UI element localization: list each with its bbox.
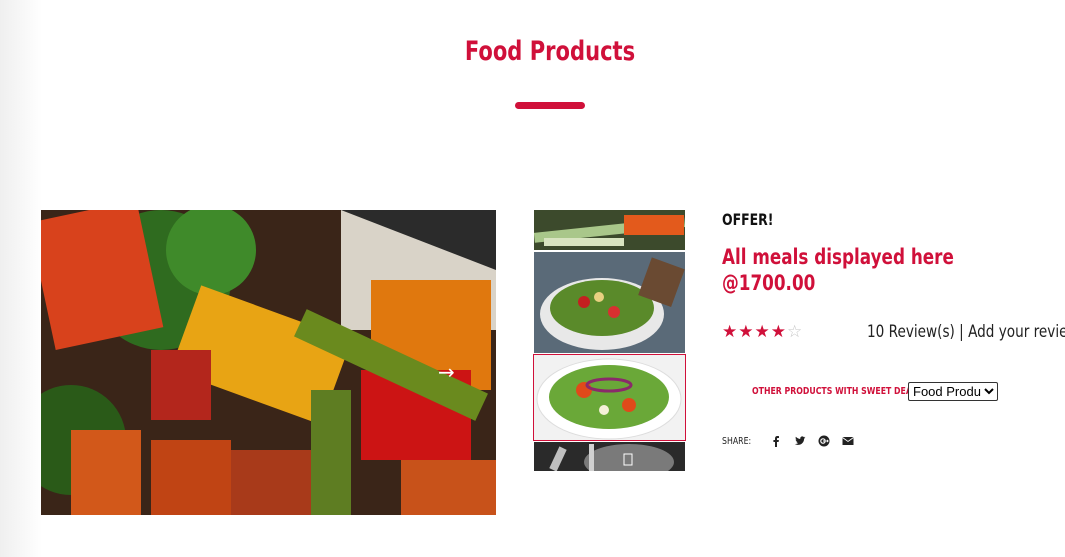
page-edge-shade [0,0,42,557]
offer-label: OFFER! [722,210,774,229]
thumbnail-salad-bowl[interactable] [533,354,686,441]
title-underline [515,102,585,109]
main-product-image [41,210,496,515]
star-filled-icon: ★ [770,322,787,341]
star-filled-icon: ★ [722,322,739,341]
share-label: SHARE: [722,435,752,447]
reviews-line: 10 Review(s) | Add your review [867,322,1065,342]
star-filled-icon: ★ [754,322,771,341]
product-price: @1700.00 [722,271,816,295]
share-row: SHARE: [722,435,854,447]
reviews-separator: | [959,322,964,342]
other-products-label: OTHER PRODUCTS WITH SWEET DEALS [752,386,923,397]
next-image-arrow[interactable]: → [438,360,455,384]
envelope-icon[interactable] [842,435,854,447]
other-products-select[interactable]: Food Products [908,382,998,401]
facebook-icon[interactable] [770,435,782,447]
twitter-icon[interactable] [794,435,806,447]
star-filled-icon: ★ [738,322,755,341]
reviews-count-link[interactable]: 10 Review(s) [867,322,955,342]
star-empty-icon: ☆ [787,322,804,341]
add-review-link[interactable]: Add your review [968,322,1065,342]
thumbnail-salad-bread[interactable] [534,252,685,353]
page-title: Food Products [464,36,636,67]
product-name: All meals displayed here [722,245,954,269]
thumbnail-plate-cutlery[interactable] [534,442,685,471]
thumbnail-vegetables[interactable] [534,210,685,250]
google-plus-icon[interactable] [818,435,830,447]
star-rating: ★★★★☆ [722,322,803,342]
